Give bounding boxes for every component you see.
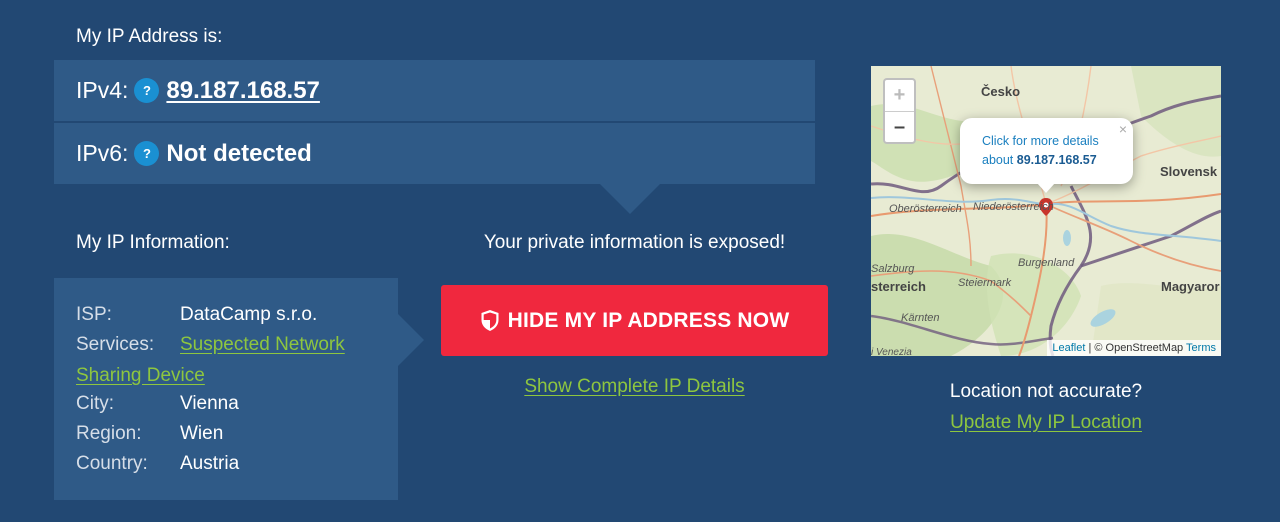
popup-about: about bbox=[982, 153, 1014, 167]
services-link-part1[interactable]: Suspected Network bbox=[180, 330, 345, 360]
info-key: ISP: bbox=[76, 304, 112, 325]
info-key: Region: bbox=[76, 423, 142, 444]
shield-icon bbox=[481, 310, 499, 331]
ipv6-value: Not detected bbox=[166, 139, 312, 167]
ip-information-heading: My IP Information: bbox=[76, 232, 230, 253]
exposed-warning-text: Your private information is exposed! bbox=[483, 232, 786, 253]
map-label-slovensko: Slovensk bbox=[1160, 164, 1218, 179]
zoom-in-button[interactable]: + bbox=[885, 80, 914, 112]
leaflet-link[interactable]: Leaflet bbox=[1052, 342, 1085, 354]
map-label-oberosterreich: Oberösterreich bbox=[889, 203, 962, 215]
info-value-country: Austria bbox=[180, 453, 240, 474]
ipv6-label: IPv6: bbox=[76, 140, 129, 166]
location-map[interactable]: Česko Slovensk Oberösterreich Niederöste… bbox=[871, 66, 1221, 356]
map-label-cesko: Česko bbox=[981, 84, 1021, 99]
info-row-region: Region: Wien bbox=[76, 419, 378, 449]
info-key: City: bbox=[76, 393, 114, 414]
map-popup[interactable]: × Click for more details about 89.187.16… bbox=[960, 118, 1133, 184]
map-label-magyarorszag: Magyaror bbox=[1161, 279, 1220, 294]
hide-ip-button[interactable]: HIDE MY IP ADDRESS NOW bbox=[441, 285, 828, 356]
popup-close-icon[interactable]: × bbox=[1119, 120, 1127, 139]
show-ip-details-link[interactable]: Show Complete IP Details bbox=[441, 376, 828, 398]
info-row-services: Services: Suspected Network Sharing Devi… bbox=[76, 330, 378, 389]
ipv6-row: IPv6: ? Not detected bbox=[54, 123, 815, 184]
popup-line1: Click for more details bbox=[982, 134, 1099, 148]
ip-information-panel: ISP: DataCamp s.r.o. Services: Suspected… bbox=[54, 278, 398, 500]
info-value-city: Vienna bbox=[180, 393, 239, 414]
hide-ip-button-label: HIDE MY IP ADDRESS NOW bbox=[507, 308, 790, 332]
popup-ip: 89.187.168.57 bbox=[1016, 153, 1097, 167]
map-attribution: Leaflet | © OpenStreetMap Terms bbox=[1047, 340, 1221, 356]
update-location-link[interactable]: Update My IP Location bbox=[871, 412, 1221, 434]
info-panel-pointer bbox=[398, 314, 424, 366]
map-label-niederosterreich: Niederösterreich bbox=[973, 201, 1054, 213]
terms-link[interactable]: Terms bbox=[1186, 342, 1216, 354]
popup-line2: about 89.187.168.57 bbox=[982, 151, 1123, 170]
info-row-isp: ISP: DataCamp s.r.o. bbox=[76, 300, 378, 330]
map-label-burgenland: Burgenland bbox=[1018, 257, 1075, 269]
ipv4-row: IPv4: ? 89.187.168.57 bbox=[54, 60, 815, 121]
map-label-salzburg: Salzburg bbox=[871, 263, 915, 275]
info-row-country: Country: Austria bbox=[76, 449, 378, 479]
zoom-out-button[interactable]: – bbox=[885, 112, 914, 143]
info-key: Services: bbox=[76, 334, 155, 355]
map-label-karnten: Kärnten bbox=[901, 312, 940, 324]
info-value-isp: DataCamp s.r.o. bbox=[180, 304, 318, 325]
services-link-part2[interactable]: Sharing Device bbox=[76, 362, 378, 389]
ip-panel-pointer bbox=[600, 184, 660, 214]
ipv4-help-icon[interactable]: ? bbox=[134, 78, 160, 103]
attribution-separator: | bbox=[1088, 342, 1092, 354]
info-key: Country: bbox=[76, 453, 148, 474]
osm-attribution: © OpenStreetMap bbox=[1094, 342, 1184, 354]
map-label-venezia: i Venezia bbox=[871, 347, 912, 356]
ip-address-heading: My IP Address is: bbox=[76, 26, 223, 47]
info-row-city: City: Vienna bbox=[76, 389, 378, 419]
ipv4-value-link[interactable]: 89.187.168.57 bbox=[166, 77, 319, 105]
map-label-osterreich: sterreich bbox=[871, 279, 926, 294]
ipv6-help-icon[interactable]: ? bbox=[134, 141, 160, 166]
location-accuracy-question: Location not accurate? bbox=[949, 381, 1143, 402]
map-label-steiermark: Steiermark bbox=[958, 277, 1012, 289]
map-zoom-control: + – bbox=[883, 78, 916, 144]
info-value-region: Wien bbox=[180, 423, 224, 444]
ipv4-label: IPv4: bbox=[76, 77, 129, 103]
popup-tip bbox=[1037, 183, 1055, 193]
